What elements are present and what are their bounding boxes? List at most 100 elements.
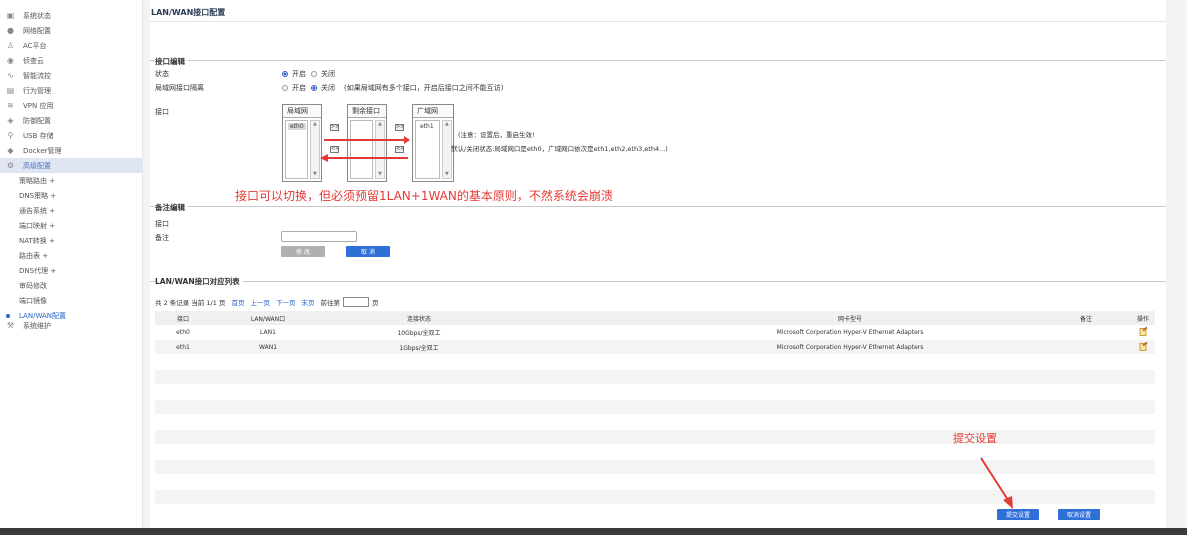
empty-row xyxy=(155,370,1155,384)
sidebar-item-3[interactable]: ◉ 侦查云 xyxy=(0,53,143,68)
status-off-radio[interactable]: 关闭 xyxy=(311,69,335,79)
table-cell-status: 1Gbps/全双工 xyxy=(399,344,439,352)
wan-listbox[interactable]: 广域网 eth1 ▲ ▼ xyxy=(412,104,454,182)
isolation-on-radio[interactable]: 开启 xyxy=(282,83,306,93)
sidebar-item-6[interactable]: ≋ VPN 应用 xyxy=(0,98,143,113)
sidebar-subitem-8[interactable]: 端口镜像 xyxy=(19,293,47,308)
sidebar-item-label: 系统维护 xyxy=(23,321,51,330)
default-note: 默认/关闭状态:局域网口是eth0，广域网口依次是eth1,eth2,eth3,… xyxy=(451,145,668,153)
sidebar-item-label: 网络配置 xyxy=(23,26,51,35)
table-cell-type: WAN1 xyxy=(258,343,278,351)
table-header: 接口 LAN/WAN口 连接状态 网卡型号 备注 操作 xyxy=(155,311,1155,325)
isolation-off-label: 关闭 xyxy=(321,84,335,92)
column-header: 网卡型号 xyxy=(837,315,863,323)
sidebar-item-label: 行为管理 xyxy=(23,86,51,95)
status-on-radio[interactable]: 开启 xyxy=(282,69,306,79)
sidebar-item-4[interactable]: ∿ 智能流控 xyxy=(0,68,143,83)
sidebar-subitem-4[interactable]: NAT转换 + xyxy=(19,233,55,248)
column-header: LAN/WAN口 xyxy=(250,315,286,323)
sidebar-item-2[interactable]: ♙ AC平台 xyxy=(0,38,143,53)
modify-button[interactable]: 修 改 xyxy=(281,246,325,257)
sidebar-item-7[interactable]: ◈ 防御配置 xyxy=(0,113,143,128)
isolation-label: 局域网接口隔离 xyxy=(155,84,204,92)
isolation-off-radio[interactable]: 关闭 xyxy=(311,83,335,93)
sidebar-item-0[interactable]: ▣ 系统状态 xyxy=(0,8,143,23)
pager-first-link[interactable]: 首页 xyxy=(231,297,244,307)
table-cell-iface: eth0 xyxy=(176,328,190,336)
edit-icon[interactable] xyxy=(1139,328,1147,336)
sidebar-subitem-1[interactable]: DNS策略 + xyxy=(19,188,56,203)
wrench-icon: ⚒ xyxy=(6,321,15,330)
sidebar-subitem-label: 端口镜像 xyxy=(19,296,47,305)
sidebar-subitem-2[interactable]: 通告系统 + xyxy=(19,203,55,218)
empty-row xyxy=(155,430,1155,444)
remark-interface-label: 接口 xyxy=(155,220,169,228)
sidebar-item-5[interactable]: ▤ 行为管理 xyxy=(0,83,143,98)
arrow-down-icon xyxy=(1003,496,1013,509)
table-cell-action xyxy=(1139,340,1147,354)
pager-next-link[interactable]: 下一页 xyxy=(276,297,296,307)
column-header: 连接状态 xyxy=(406,315,432,323)
table-cell-iface: eth1 xyxy=(176,343,190,351)
main-panel: LAN/WAN接口配置 接口编辑 状态 开启 关闭 局域网接口隔离 开启 关闭 … xyxy=(150,0,1166,528)
sidebar-subitem-label: DNS策略 + xyxy=(19,191,57,200)
pager-last-link[interactable]: 末页 xyxy=(301,297,314,307)
column-header: 接口 xyxy=(176,315,190,323)
document-icon: ▤ xyxy=(6,86,15,95)
table-cell-status: 10Gbps/全双工 xyxy=(397,329,441,337)
sidebar-item-10[interactable]: ⚙ 高级配置 xyxy=(0,158,143,173)
arrow-right-icon xyxy=(404,136,410,144)
sidebar-subitem-label: 端口映射 + xyxy=(19,221,56,230)
section-divider xyxy=(150,60,1166,61)
active-dot-icon xyxy=(6,313,10,318)
sidebar-subitem-7[interactable]: 审码修改 xyxy=(19,278,47,293)
submit-annotation-text: 提交设置 xyxy=(953,432,997,445)
sidebar-subitem-6[interactable]: DNS代理 + xyxy=(19,263,56,278)
pager-goto-input[interactable] xyxy=(342,297,369,307)
bottom-bar xyxy=(0,528,1187,535)
eye-icon: ◉ xyxy=(7,56,14,65)
cancel-settings-button[interactable]: 取消设置 xyxy=(1058,509,1100,520)
remark-label: 备注 xyxy=(155,234,169,242)
sidebar-subitem-0[interactable]: 策略路由 + xyxy=(19,173,55,188)
sidebar-item-label: USB 存储 xyxy=(23,131,54,140)
cancel-remark-button[interactable]: 取 消 xyxy=(346,246,390,257)
app-root: ▣ 系统状态 ● 网络配置 ♙ AC平台 ◉ 侦查云 ∿ 智能流控 ▤ 行为管理 ≋ VPN 应用 ◈ 防御配… xyxy=(0,0,1187,528)
sidebar-item-label: 防御配置 xyxy=(23,116,51,125)
edit-icon[interactable] xyxy=(1139,343,1147,351)
title-divider xyxy=(150,21,1166,22)
sidebar-subitem-label: DNS代理 + xyxy=(19,266,57,275)
wan-list[interactable]: eth1 xyxy=(415,120,440,179)
table-cell-nic: Microsoft Corporation Hyper-V Ethernet A… xyxy=(776,328,924,336)
section-divider xyxy=(150,206,1166,207)
sidebar-item-9[interactable]: ◆ Docker管理 xyxy=(0,143,143,158)
trend-icon: ∿ xyxy=(7,71,14,80)
wifi-icon: ≋ xyxy=(7,101,14,110)
gear-icon: ⚙ xyxy=(6,161,15,170)
interface-label: 接口 xyxy=(155,108,169,116)
sidebar-item-1[interactable]: ● 网络配置 xyxy=(0,23,143,38)
status-off-label: 关闭 xyxy=(321,70,335,78)
column-header: 备注 xyxy=(1079,315,1093,323)
pager-goto-label: 前往第 xyxy=(320,299,340,307)
sidebar-subitem-5[interactable]: 路由表 + xyxy=(19,248,48,263)
table-row: eth0 LAN1 10Gbps/全双工 Microsoft Corporation … xyxy=(155,325,1155,339)
arrow-left-icon xyxy=(320,154,328,162)
submit-settings-button[interactable]: 提交设置 xyxy=(997,509,1039,520)
swap-arrows-annotation xyxy=(320,136,410,162)
sidebar-item-label: 侦查云 xyxy=(23,56,44,65)
remark-input[interactable] xyxy=(281,231,357,242)
sidebar-item-8[interactable]: ⚲ USB 存储 xyxy=(0,128,143,143)
section-remark-title: 备注编辑 xyxy=(155,202,188,213)
list-item[interactable]: eth1 xyxy=(418,123,436,130)
section-interface-title: 接口编辑 xyxy=(155,56,188,67)
pager-prev-link[interactable]: 上一页 xyxy=(250,297,270,307)
pager-summary: 共 2 条记录 当前 1/1 页 xyxy=(155,299,226,307)
sidebar-subitem-3[interactable]: 端口映射 + xyxy=(19,218,55,233)
empty-row xyxy=(155,385,1155,399)
sidebar-item-label: 系统状态 xyxy=(23,11,51,20)
restart-note: (注意：设置后，重启生效! xyxy=(458,131,535,139)
sidebar-item-maintenance[interactable]: ⚒ 系统维护 xyxy=(0,318,143,333)
sidebar-subitem-label: 路由表 + xyxy=(19,251,49,260)
spare-listbox-title: 剩余接口 xyxy=(348,105,386,118)
